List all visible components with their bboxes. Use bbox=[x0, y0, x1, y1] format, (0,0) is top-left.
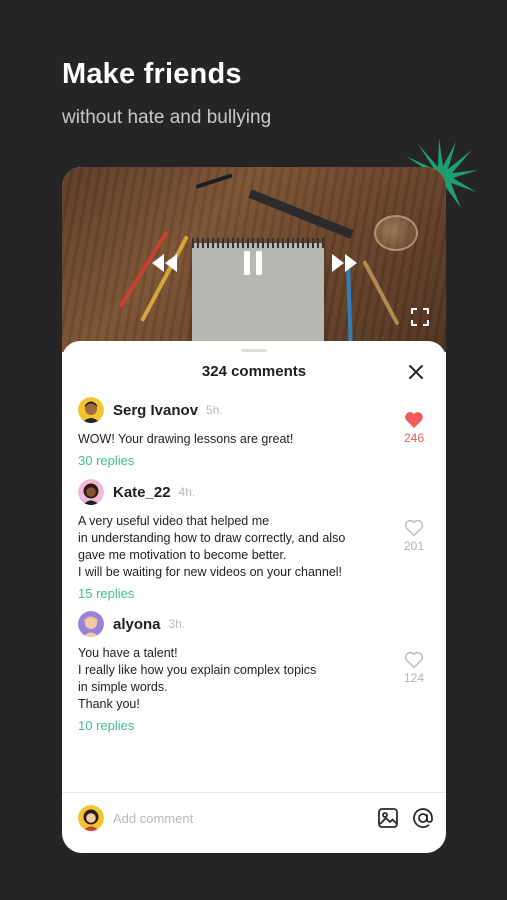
comment-item: alyona 3h. You have a talent! I really l… bbox=[78, 611, 434, 733]
fullscreen-icon[interactable] bbox=[410, 307, 430, 327]
hero-subtitle: without hate and bullying bbox=[62, 107, 272, 128]
image-icon[interactable] bbox=[377, 807, 399, 829]
comment-composer bbox=[78, 804, 434, 832]
comment-text: WOW! Your drawing lessons are great! bbox=[78, 432, 294, 446]
hero-title: Make friends bbox=[62, 58, 242, 90]
comment-item: Serg Ivanov 5h. WOW! Your drawing lesson… bbox=[78, 397, 434, 468]
like-count: 201 bbox=[403, 539, 425, 553]
comment-time: 5h. bbox=[206, 403, 223, 417]
avatar[interactable] bbox=[78, 479, 104, 505]
like-button[interactable]: 201 bbox=[394, 519, 434, 553]
like-count: 124 bbox=[403, 671, 425, 685]
avatar[interactable] bbox=[78, 611, 104, 637]
heart-outline-icon bbox=[404, 519, 424, 537]
avatar[interactable] bbox=[78, 397, 104, 423]
phone-mockup: 324 comments Serg Ivanov 5h. WOW! Your d… bbox=[62, 167, 446, 853]
rewind-icon[interactable] bbox=[150, 251, 180, 275]
composer-divider bbox=[62, 792, 446, 793]
video-frame-glass bbox=[374, 215, 418, 251]
pause-icon[interactable] bbox=[242, 249, 264, 277]
comment-header: alyona 3h. bbox=[78, 611, 434, 637]
sketchbook-rings bbox=[192, 238, 324, 248]
comment-time: 3h. bbox=[168, 617, 186, 631]
comment-header: Serg Ivanov 5h. bbox=[78, 397, 434, 423]
heart-outline-icon bbox=[404, 651, 424, 669]
replies-link[interactable]: 10 replies bbox=[78, 718, 434, 733]
comment-author[interactable]: Serg Ivanov bbox=[113, 402, 198, 419]
comment-item: Kate_22 4h. A very useful video that hel… bbox=[78, 479, 434, 601]
replies-link[interactable]: 15 replies bbox=[78, 586, 434, 601]
like-button[interactable]: 246 bbox=[394, 411, 434, 445]
drag-handle[interactable] bbox=[241, 349, 267, 352]
comment-author[interactable]: alyona bbox=[113, 616, 161, 633]
add-comment-input[interactable] bbox=[113, 810, 364, 826]
comments-sheet: 324 comments Serg Ivanov 5h. WOW! Your d… bbox=[62, 341, 446, 853]
comment-author[interactable]: Kate_22 bbox=[113, 484, 171, 501]
app-promo-screen: Make friends without hate and bullying 3… bbox=[0, 0, 507, 900]
video-player[interactable] bbox=[62, 167, 446, 352]
heart-filled-icon bbox=[405, 412, 423, 428]
at-sign-icon[interactable] bbox=[412, 807, 434, 829]
close-icon[interactable] bbox=[406, 362, 426, 382]
comments-count: 324 comments bbox=[201, 363, 307, 380]
fast-forward-icon[interactable] bbox=[329, 251, 359, 275]
comment-time: 4h. bbox=[178, 485, 196, 499]
like-count: 246 bbox=[403, 431, 425, 445]
comment-text: You have a talent! I really like how you… bbox=[78, 646, 317, 711]
replies-link[interactable]: 30 replies bbox=[78, 453, 434, 468]
current-user-avatar bbox=[78, 805, 104, 831]
comment-text: A very useful video that helped me in un… bbox=[78, 514, 346, 579]
like-button[interactable]: 124 bbox=[394, 651, 434, 685]
comment-header: Kate_22 4h. bbox=[78, 479, 434, 505]
